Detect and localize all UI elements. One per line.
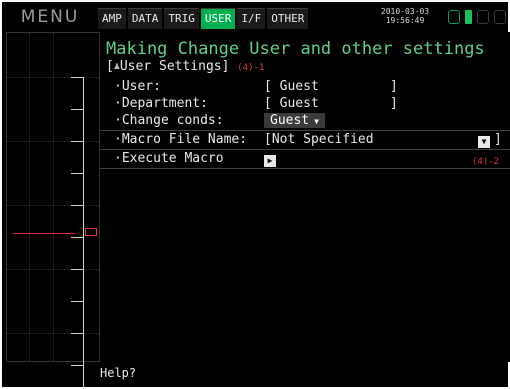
scale-tick [71, 301, 83, 302]
grid-line [7, 77, 99, 78]
department-label: ·Department: [114, 96, 208, 111]
tab-user[interactable]: USER [200, 8, 236, 29]
help-text[interactable]: Help? [100, 366, 136, 380]
macro-file-value[interactable]: [Not Specified [264, 132, 374, 148]
screen: MENU AMP DATA TRIG USER I/F OTHER 2010-0… [2, 2, 510, 389]
chevron-down-icon: ▼ [478, 136, 490, 148]
channel-marker[interactable] [85, 228, 97, 236]
tab-trig[interactable]: TRIG [164, 8, 199, 29]
waveform-panel [6, 32, 100, 389]
scale-tick [71, 205, 83, 206]
tab-amp[interactable]: AMP [98, 8, 126, 29]
scale-tick [71, 141, 83, 142]
change-conds-dropdown[interactable]: Guest ▼ [264, 113, 325, 129]
tab-other[interactable]: OTHER [267, 8, 309, 29]
usb-icon [477, 10, 489, 24]
user-label: ·User: [114, 79, 161, 94]
macro-file-value-end: ] [494, 132, 502, 147]
department-value[interactable]: [ Guest [264, 96, 319, 112]
scale-tick [71, 365, 83, 366]
grid-line [29, 33, 30, 361]
time-text: 19:56:49 [385, 16, 425, 25]
memory-icon [448, 10, 460, 24]
grid-line [7, 333, 99, 334]
user-settings-section: [♟User Settings] (4)-1 [106, 59, 264, 76]
storage-icon [494, 10, 506, 24]
section-label: User Settings] [119, 59, 230, 74]
execute-macro-button[interactable]: ▶ [264, 151, 276, 167]
tab-bar: AMP DATA TRIG USER I/F OTHER [98, 8, 309, 29]
play-icon: ▶ [264, 155, 276, 167]
menu-title[interactable]: MENU [4, 6, 96, 28]
section-reference: (4)-1 [237, 63, 265, 73]
battery-icon [465, 10, 472, 24]
settings-panel: Making Change User and other settings [♟… [100, 32, 510, 362]
grid-line [7, 141, 99, 142]
grid-line [7, 205, 99, 206]
scale-tick [71, 269, 83, 270]
execute-macro-label: ·Execute Macro [114, 151, 224, 166]
chevron-down-icon: ▼ [314, 117, 319, 126]
scale-axis [83, 77, 84, 389]
grid-line [7, 269, 99, 270]
page-title: Making Change User and other settings [106, 39, 485, 59]
divider [100, 130, 510, 131]
datetime: 2010-03-03 19:56:49 [370, 7, 440, 25]
tab-if[interactable]: I/F [237, 8, 266, 29]
scale-tick [71, 109, 83, 110]
macro-file-browse-button[interactable]: ▼ [478, 132, 490, 148]
scale-tick [71, 173, 83, 174]
divider [100, 149, 510, 150]
macro-file-label: ·Macro File Name: [114, 132, 248, 147]
section-open-bracket: [ [106, 59, 114, 74]
date-text: 2010-03-03 [380, 7, 430, 16]
user-value[interactable]: [ Guest [264, 79, 319, 95]
user-value-end: ] [390, 79, 398, 94]
divider [100, 168, 510, 169]
status-icons [448, 10, 506, 24]
change-conds-label: ·Change conds: [114, 113, 224, 128]
grid-line [53, 33, 54, 361]
scale-tick [71, 237, 83, 238]
tab-data[interactable]: DATA [127, 8, 163, 29]
change-conds-value: Guest [270, 113, 310, 128]
scale-tick [71, 77, 83, 78]
department-value-end: ] [390, 96, 398, 111]
scale-tick [71, 333, 83, 334]
signal-trace [13, 233, 75, 234]
